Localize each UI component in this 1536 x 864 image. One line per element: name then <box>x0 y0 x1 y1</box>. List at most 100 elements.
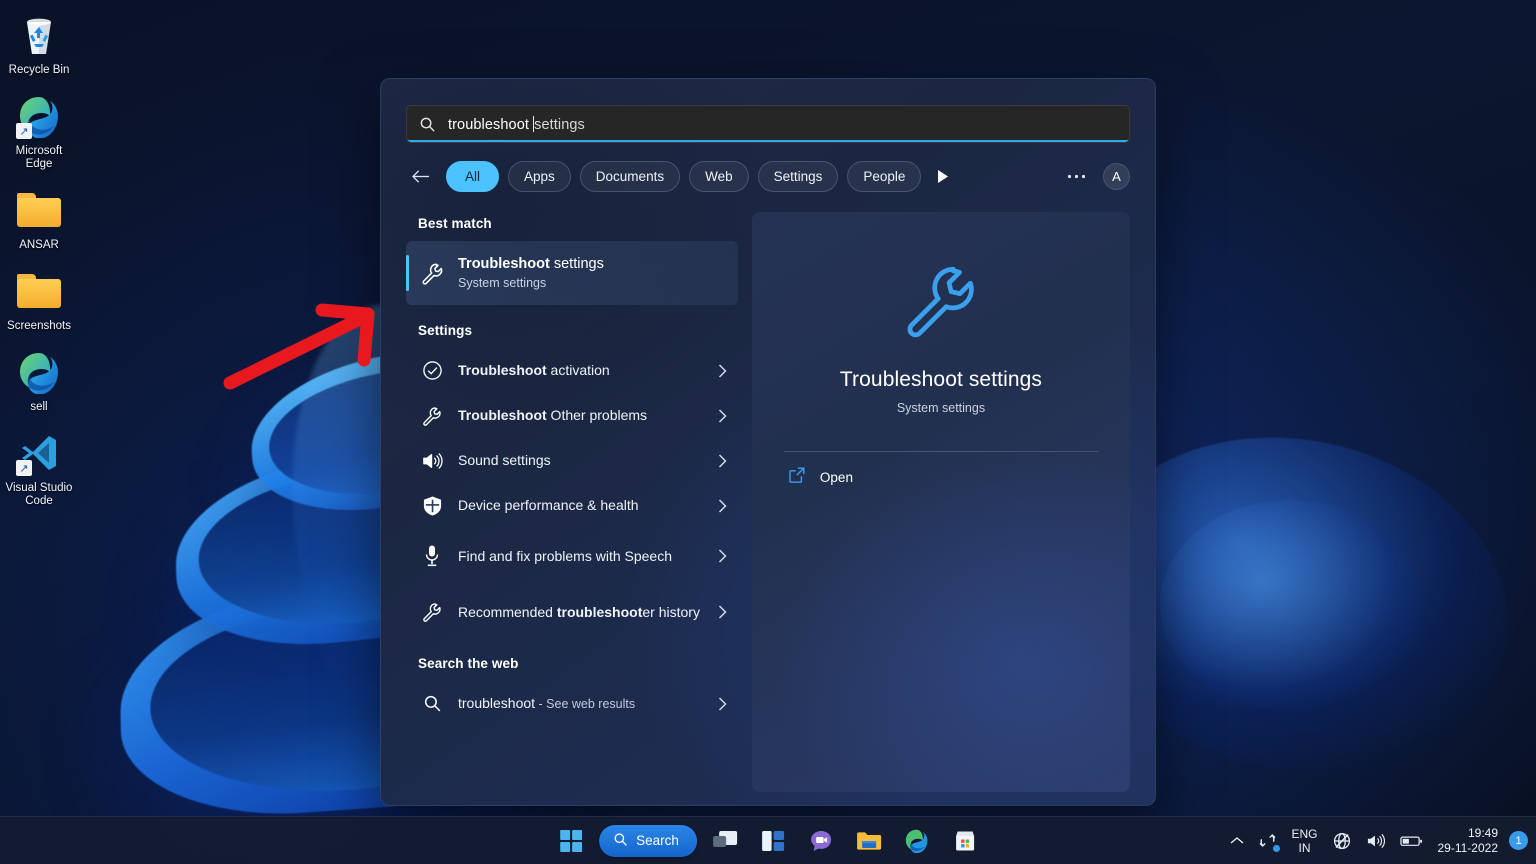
show-hidden-icons-button[interactable] <box>1223 821 1251 861</box>
result-preview-pane: Troubleshoot settings System settings <box>752 212 1130 792</box>
desktop-icon-recycle-bin[interactable]: Recycle Bin <box>0 6 78 87</box>
windows-search-panel: troubleshoot settings All Apps Documents… <box>380 78 1156 806</box>
result-label: Device performance & health <box>458 495 708 516</box>
desktop-icon-sell[interactable]: sell <box>0 343 78 424</box>
best-match-result[interactable]: Troubleshoot settings System settings <box>406 241 738 305</box>
result-label: Troubleshoot activation <box>458 360 708 381</box>
speaker-icon <box>406 451 458 471</box>
desktop-icon-label: sell <box>30 401 47 414</box>
filter-chip-label: Web <box>705 169 733 184</box>
chevron-right-icon[interactable] <box>708 697 738 711</box>
section-header-best-match: Best match <box>406 212 738 241</box>
filter-chip-all[interactable]: All <box>446 161 499 192</box>
chevron-right-icon[interactable] <box>708 409 738 423</box>
taskbar-search-label: Search <box>636 833 679 848</box>
system-tray: ENG IN <box>1223 817 1528 864</box>
language-secondary: IN <box>1298 841 1310 855</box>
best-match-title: Troubleshoot settings <box>458 255 604 274</box>
filter-chip-apps[interactable]: Apps <box>508 161 571 192</box>
chevron-right-icon[interactable] <box>708 549 738 563</box>
volume-icon[interactable] <box>1359 821 1393 861</box>
filter-chip-settings[interactable]: Settings <box>758 161 839 192</box>
chat-button[interactable] <box>801 821 841 861</box>
search-icon <box>613 832 628 850</box>
taskbar-search-button[interactable]: Search <box>599 825 697 857</box>
desktop-icon-label: Visual Studio Code <box>2 482 76 508</box>
result-label: Recommended troubleshooter history <box>458 602 708 623</box>
filter-chip-documents[interactable]: Documents <box>580 161 680 192</box>
section-header-search-the-web: Search the web <box>406 640 738 681</box>
result-label: troubleshoot - See web results <box>458 693 708 715</box>
search-input[interactable]: troubleshoot settings <box>406 105 1130 143</box>
taskbar: Search <box>0 816 1536 864</box>
result-label-rest: Device performance & health <box>458 497 639 513</box>
result-label-rest: Find and fix problems with Speech <box>458 548 672 564</box>
open-external-icon <box>788 466 806 489</box>
avatar-initial: A <box>1112 169 1121 184</box>
battery-icon[interactable] <box>1393 821 1430 861</box>
result-troubleshoot-other-problems[interactable]: Troubleshoot Other problems <box>406 393 738 438</box>
result-label-bold: Troubleshoot <box>458 407 547 423</box>
start-button[interactable] <box>551 821 591 861</box>
chevron-right-icon[interactable] <box>708 454 738 468</box>
desktop-icon-label: Microsoft Edge <box>2 145 76 171</box>
result-web-search[interactable]: troubleshoot - See web results <box>406 681 738 726</box>
preview-subtitle: System settings <box>778 401 1104 415</box>
result-sound-settings[interactable]: Sound settings <box>406 438 738 483</box>
edge-icon: ↗ <box>16 93 62 139</box>
search-filter-bar: All Apps Documents Web Settings People <box>406 160 1130 192</box>
filter-chip-people[interactable]: People <box>847 161 921 192</box>
filter-chip-label: All <box>465 169 480 184</box>
result-label: Sound settings <box>458 450 708 471</box>
shortcut-badge-icon: ↗ <box>16 460 32 476</box>
result-label: Find and fix problems with Speech <box>458 546 708 567</box>
more-options-button[interactable] <box>1061 162 1091 190</box>
search-results-list: Best match Troubleshoot settings System … <box>406 212 738 792</box>
desktop-icon-visual-studio-code[interactable]: ↗ Visual Studio Code <box>0 424 78 518</box>
desktop-icon-label: Recycle Bin <box>9 64 70 77</box>
best-match-subtitle: System settings <box>458 275 604 292</box>
task-view-button[interactable] <box>705 821 745 861</box>
result-label-bold: Troubleshoot <box>458 362 547 378</box>
result-troubleshoot-activation[interactable]: Troubleshoot activation <box>406 348 738 393</box>
result-find-fix-speech[interactable]: Find and fix problems with Speech <box>406 528 738 584</box>
desktop-icon-list: Recycle Bin ↗ <box>0 6 78 518</box>
clock[interactable]: 19:49 29-11-2022 <box>1430 826 1507 856</box>
shortcut-badge-icon: ↗ <box>16 123 32 139</box>
chevron-right-icon[interactable] <box>708 605 738 619</box>
chevron-right-icon[interactable] <box>708 499 738 513</box>
chevron-right-icon[interactable] <box>708 364 738 378</box>
vscode-icon: ↗ <box>16 430 62 476</box>
filter-chip-web[interactable]: Web <box>689 161 749 192</box>
sync-status-dot <box>1273 845 1280 852</box>
edge-button[interactable] <box>897 821 937 861</box>
filter-chip-label: Apps <box>524 169 555 184</box>
back-arrow-icon[interactable] <box>406 162 434 190</box>
file-explorer-button[interactable] <box>849 821 889 861</box>
network-disconnected-icon[interactable] <box>1325 821 1359 861</box>
microphone-icon <box>406 544 458 568</box>
notification-badge[interactable]: 1 <box>1509 831 1528 850</box>
filter-chip-label: People <box>863 169 905 184</box>
desktop-icon-ansar[interactable]: ANSAR <box>0 181 78 262</box>
filter-chip-label: Documents <box>596 169 664 184</box>
result-label: Troubleshoot Other problems <box>458 405 708 426</box>
desktop-icon-screenshots[interactable]: Screenshots <box>0 262 78 343</box>
result-device-performance-health[interactable]: Device performance & health <box>406 483 738 528</box>
onedrive-sync-icon[interactable] <box>1251 821 1284 861</box>
open-button[interactable]: Open <box>778 452 1104 489</box>
result-label-bold: troubleshoot <box>557 604 643 620</box>
search-suggestion-text: settings <box>534 117 585 133</box>
result-recommended-troubleshooter-history[interactable]: Recommended troubleshooter history <box>406 584 738 640</box>
microsoft-store-button[interactable] <box>945 821 985 861</box>
avatar[interactable]: A <box>1103 163 1130 190</box>
best-match-title-rest: settings <box>550 256 604 272</box>
web-query-text: troubleshoot <box>458 695 535 711</box>
edge-icon <box>16 349 62 395</box>
language-indicator[interactable]: ENG IN <box>1284 821 1324 861</box>
play-right-icon[interactable] <box>930 162 954 190</box>
clock-date: 29-11-2022 <box>1438 841 1499 856</box>
desktop-icon-microsoft-edge[interactable]: ↗ Microsoft Edge <box>0 87 78 181</box>
wrench-icon <box>406 261 458 286</box>
widgets-button[interactable] <box>753 821 793 861</box>
